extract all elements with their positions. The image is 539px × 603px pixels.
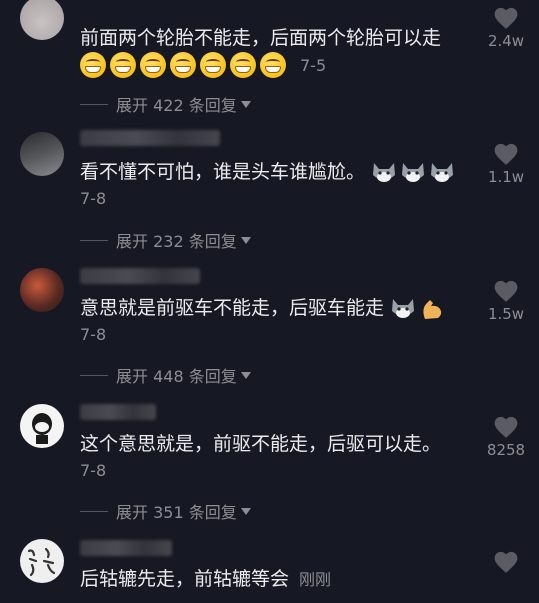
like-count: 2.4w	[487, 32, 525, 50]
heart-icon	[494, 7, 518, 29]
heart-icon	[494, 280, 518, 302]
grin-emoji	[80, 52, 106, 78]
avatar[interactable]	[20, 132, 64, 176]
grin-emoji	[140, 52, 166, 78]
grin-emoji	[200, 52, 226, 78]
comment-date: 7-8	[80, 325, 107, 344]
caret-down-icon	[240, 507, 251, 515]
comment-text: 这个意思就是，前驱不能走，后驱可以走。	[80, 433, 442, 455]
heart-icon	[494, 143, 518, 165]
grin-emoji	[110, 52, 136, 78]
expand-replies-button[interactable]: 展开 351 条回复	[80, 499, 251, 523]
caret-down-icon	[240, 236, 251, 244]
grin-emoji	[170, 52, 196, 78]
heart-icon	[494, 416, 518, 438]
divider	[80, 239, 108, 241]
comment-text: 后轱辘先走，前轱辘等会 刚刚	[80, 568, 332, 590]
avatar-calligraphy	[27, 547, 56, 577]
comment-date: 刚刚	[299, 570, 332, 589]
expand-replies-label: 展开 232 条回复	[116, 232, 237, 251]
expand-replies-button[interactable]: 展开 448 条回复	[80, 363, 251, 387]
caret-down-icon	[240, 371, 251, 379]
emoji-row: 7-5	[80, 52, 326, 78]
like-button[interactable]: 8258	[481, 415, 531, 459]
divider	[80, 510, 108, 512]
comment-date: 7-8	[80, 189, 107, 208]
like-count: 8258	[486, 441, 526, 459]
expand-replies-label: 展开 422 条回复	[116, 96, 237, 115]
expand-replies-button[interactable]: 展开 232 条回复	[80, 228, 251, 252]
avatar[interactable]	[20, 539, 64, 583]
husky-emoji	[392, 298, 415, 318]
husky-emoji	[402, 162, 425, 182]
comment-text: 意思就是前驱车不能走，后驱车能走	[80, 295, 448, 321]
comment-date: 7-5	[300, 55, 327, 75]
username[interactable]	[80, 130, 220, 146]
expand-replies-label: 展开 448 条回复	[116, 367, 237, 386]
husky-emoji	[431, 162, 454, 182]
like-count: 1.1w	[487, 168, 525, 186]
username[interactable]	[80, 268, 200, 284]
expand-replies-button[interactable]: 展开 422 条回复	[80, 92, 251, 116]
grin-emoji	[260, 52, 286, 78]
expand-replies-label: 展开 351 条回复	[116, 503, 237, 522]
comment-text: 看不懂不可怕，谁是头车谁尴尬。	[80, 159, 458, 185]
like-count: 1.5w	[487, 305, 525, 323]
username[interactable]	[80, 404, 156, 420]
avatar[interactable]	[20, 268, 64, 312]
username[interactable]	[80, 540, 172, 556]
like-button[interactable]: 1.5w	[481, 279, 531, 323]
comment-date: 7-8	[80, 461, 107, 480]
avatar[interactable]	[20, 404, 64, 448]
divider	[80, 374, 108, 376]
comment-text: 前面两个轮胎不能走，后面两个轮胎可以走	[80, 27, 442, 49]
husky-emoji	[373, 162, 396, 182]
like-button[interactable]	[481, 550, 531, 574]
divider	[80, 103, 108, 105]
like-button[interactable]: 1.1w	[481, 142, 531, 186]
avatar[interactable]	[20, 0, 64, 40]
flexed-biceps-emoji	[423, 299, 442, 319]
caret-down-icon	[240, 100, 251, 108]
avatar-face	[32, 413, 52, 444]
like-button[interactable]: 2.4w	[481, 6, 531, 50]
heart-icon	[494, 551, 518, 573]
grin-emoji	[230, 52, 256, 78]
